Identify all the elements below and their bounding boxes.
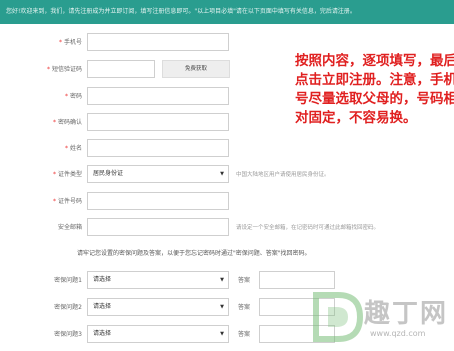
watermark-url: www.qzd.com (370, 329, 426, 338)
answer-label: 答案 (238, 304, 251, 311)
id-number-label: * 证件号码 (52, 198, 82, 205)
chevron-down-icon: ▼ (220, 277, 224, 283)
password-input[interactable] (87, 87, 229, 105)
security-question-label: 密保问题3 (54, 331, 82, 338)
id-number-row: * 证件号码 (0, 192, 454, 212)
answer-label: 答案 (238, 331, 251, 338)
id-number-input[interactable] (87, 192, 229, 210)
email-label: 安全邮箱 (57, 224, 82, 231)
security-question-select[interactable]: 请选择 ▼ (87, 271, 229, 289)
email-row: 安全邮箱 请设定一个安全邮箱，在记密码时可通过此邮箱找回密码。 (0, 218, 454, 238)
id-type-row: * 证件类型 居民身份证 ▼ 中国大陆地区用户请使用居民身份证。 (0, 165, 454, 185)
security-question-select[interactable]: 请选择 ▼ (87, 298, 229, 316)
sms-code-input[interactable] (87, 60, 155, 78)
id-type-hint: 中国大陆地区用户请使用居民身份证。 (236, 172, 330, 178)
required-mark: * (58, 39, 62, 46)
answer-label: 答案 (238, 277, 251, 284)
get-code-button[interactable]: 免费获取 (162, 60, 230, 78)
security-question-label: 密保问题2 (54, 304, 82, 311)
top-banner: 您好!欢迎来到，我们，请先注册成为并立即订阅，填写注册信息即可。"以上项目必填"… (0, 0, 454, 24)
id-type-label: * 证件类型 (52, 171, 82, 178)
security-question-label: 密保问题1 (54, 277, 82, 284)
watermark-logo-icon (313, 292, 364, 342)
phone-label: * 手机号 (58, 39, 82, 46)
sms-code-label: * 短信验证码 (46, 66, 82, 73)
email-hint: 请设定一个安全邮箱，在记密码时可通过此邮箱找回密码。 (236, 225, 380, 231)
password-label: * 密码 (64, 93, 82, 100)
name-row: * 姓名 (0, 139, 454, 159)
phone-input[interactable] (87, 33, 229, 51)
phone-row: * 手机号 (0, 33, 454, 53)
site-watermark: 趣丁网 www.qzd.com (302, 287, 452, 349)
id-type-select[interactable]: 居民身份证 ▼ (87, 165, 229, 183)
id-type-value: 居民身份证 (93, 170, 124, 177)
security-note: 请牢记您设置的密保问题及答案，以便于您忘记密码时通过"密保问题、答案"找回密码。 (77, 250, 311, 257)
email-input[interactable] (87, 218, 229, 236)
name-label: * 姓名 (64, 145, 82, 152)
security-question-select[interactable]: 请选择 ▼ (87, 325, 229, 343)
confirm-password-input[interactable] (87, 113, 229, 131)
chevron-down-icon: ▼ (220, 331, 224, 337)
chevron-down-icon: ▼ (220, 171, 224, 177)
instruction-annotation: 按照内容，逐项填写，最后点击立即注册。注意，手机号尽量选取父母的，号码相对固定，… (295, 53, 454, 126)
watermark-text: 趣丁网 (364, 299, 449, 329)
chevron-down-icon: ▼ (220, 304, 224, 310)
confirm-password-label: * 密码确认 (52, 119, 82, 126)
top-notice: 您好!欢迎来到，我们，请先注册成为并立即订阅，填写注册信息即可。"以上项目必填"… (6, 8, 356, 15)
name-input[interactable] (87, 139, 229, 157)
